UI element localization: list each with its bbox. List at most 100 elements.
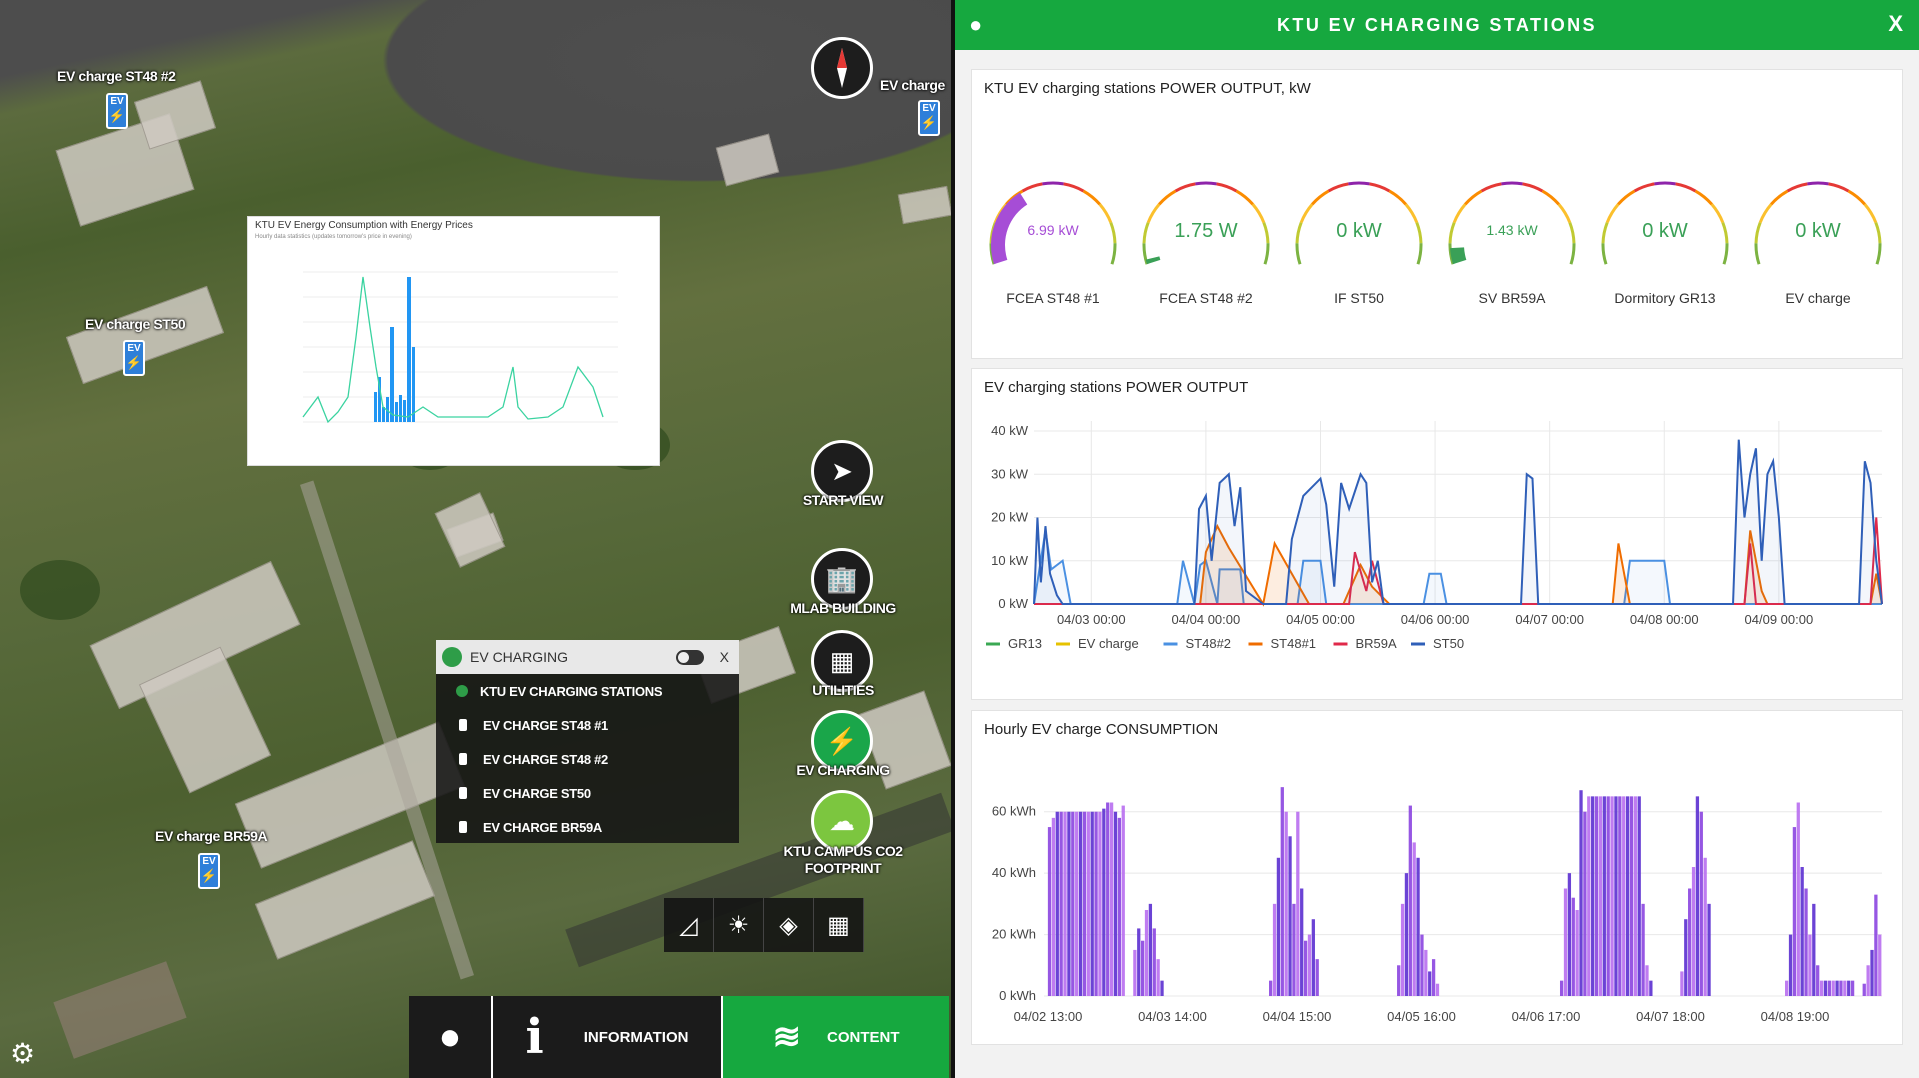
ev-station-pin[interactable]: EV ⚡ xyxy=(198,853,220,889)
consumption-bar xyxy=(1691,867,1696,996)
gauge-value: 1.43 kW xyxy=(1486,222,1538,238)
campus-co2-label-line1: KTU CAMPUS CO2 xyxy=(783,843,903,859)
consumption-bar xyxy=(1272,903,1277,996)
co2-cloud-icon: ☁ xyxy=(829,805,855,836)
map-label-ev-charge[interactable]: EV charge xyxy=(880,77,945,93)
gauges-card-title: KTU EV charging stations POWER OUTPUT, k… xyxy=(984,80,1311,97)
consumption-chart[interactable]: 0 kWh 20 kWh 40 kWh 60 kWh 04/02 13:00 04/03 … xyxy=(972,711,1904,1046)
consumption-bar xyxy=(1051,817,1056,996)
ev-charging-panel: EV CHARGING X KTU EV CHARGING STATIONS E… xyxy=(436,640,739,843)
consumption-bar xyxy=(1078,811,1083,996)
ev-item-stations[interactable]: KTU EV CHARGING STATIONS xyxy=(436,674,739,708)
consumption-bar xyxy=(1839,980,1843,996)
gauge-scale-band xyxy=(1617,189,1636,206)
x-tick-label: 04/08 00:00 xyxy=(1630,612,1699,627)
x-tick-label: 04/07 18:00 xyxy=(1636,1009,1705,1024)
compass-icon[interactable] xyxy=(811,37,873,99)
consumption-bar xyxy=(1140,940,1145,996)
ev-item-br59a[interactable]: EV CHARGE BR59A xyxy=(436,810,739,844)
ev-item-st48-2[interactable]: EV CHARGE ST48 #2 xyxy=(436,742,739,776)
gauge-scale-band xyxy=(1263,243,1270,265)
gauge-scale-band xyxy=(1694,189,1713,206)
ev-pin-text: EV xyxy=(922,103,936,114)
consumption-bar xyxy=(1594,796,1599,996)
consumption-bar xyxy=(1109,802,1114,996)
gauge-scale-band xyxy=(1654,181,1676,186)
gauge-fill xyxy=(1145,256,1161,265)
stack-icon: ≋ xyxy=(772,1018,802,1056)
legend-label: ST48#1 xyxy=(1271,636,1317,651)
map-building xyxy=(715,133,780,187)
power-output-chart[interactable]: 0 kW 10 kW 20 kW 30 kW 40 kW 04/03 00:00 04/04… xyxy=(972,369,1904,701)
ev-item-st48-1[interactable]: EV CHARGE ST48 #1 xyxy=(436,708,739,742)
ev-station-icon xyxy=(456,685,468,697)
map-label-st48-2[interactable]: EV charge ST48 #2 xyxy=(57,68,176,84)
ev-station-pin[interactable]: EV ⚡ xyxy=(123,340,145,376)
sun-icon[interactable]: ☀ xyxy=(714,898,764,952)
gauge-label: IF ST50 xyxy=(1334,290,1384,306)
paper-plane-icon: ➤ xyxy=(831,455,853,486)
consumption-bar xyxy=(1160,980,1164,996)
consumption-bar xyxy=(1684,919,1688,996)
consumption-bar xyxy=(1878,934,1882,996)
consumption-bar xyxy=(1047,827,1052,996)
measure-icon[interactable]: ◿ xyxy=(664,898,714,952)
y-tick-label: 60 kWh xyxy=(992,804,1036,819)
gauge-scale-band xyxy=(1216,182,1238,193)
consumption-bar xyxy=(1587,796,1591,996)
location-button[interactable]: ● xyxy=(409,996,493,1078)
gauge-scale-band xyxy=(1807,181,1829,186)
gear-icon[interactable]: ⚙ xyxy=(10,1040,38,1068)
consumption-bar xyxy=(1831,980,1835,996)
consumption-bar xyxy=(1400,903,1405,996)
consumption-bar xyxy=(1117,817,1121,996)
gauge-scale-band xyxy=(1311,189,1330,206)
consumption-bar xyxy=(1850,980,1855,996)
dashboard-header: ● KTU EV CHARGING STATIONS X xyxy=(955,0,1919,50)
information-button[interactable]: i INFORMATION xyxy=(493,996,723,1078)
consumption-bar xyxy=(1641,903,1645,996)
gauge-label: SV BR59A xyxy=(1478,290,1546,306)
y-tick-label: 20 kWh xyxy=(992,927,1036,942)
ev-panel-header: EV CHARGING X xyxy=(436,640,739,674)
consumption-bar xyxy=(1680,971,1684,996)
consumption-bar xyxy=(1800,867,1804,996)
legend-label: ST50 xyxy=(1433,636,1464,651)
gauge: 0 kW EV charge xyxy=(1743,170,1893,306)
close-icon[interactable]: X xyxy=(1888,11,1903,37)
consumption-bar xyxy=(1098,811,1102,996)
ev-station-pin[interactable]: EV ⚡ xyxy=(106,93,128,129)
plug-icon xyxy=(459,787,467,799)
gauge-label: Dormitory GR13 xyxy=(1614,290,1716,306)
map-view[interactable]: EV charge ST48 #2 EV ⚡ EV charge ST50 EV ⚡… xyxy=(0,0,951,1078)
gauge-value: 0 kW xyxy=(1795,220,1841,242)
gauge-scale-band xyxy=(1388,189,1407,206)
consumption-bar xyxy=(1420,934,1424,996)
consumption-bar xyxy=(1144,910,1149,996)
close-icon[interactable]: X xyxy=(720,649,729,665)
map-label-st50[interactable]: EV charge ST50 xyxy=(85,316,186,332)
ev-station-pin[interactable]: EV ⚡ xyxy=(918,100,940,136)
grid-icon[interactable]: ▦ xyxy=(814,898,864,952)
mini-energy-chart[interactable]: KTU EV Energy Consumption with Energy Pr… xyxy=(247,216,660,466)
ev-item-st50[interactable]: EV CHARGE ST50 xyxy=(436,776,739,810)
consumption-bar xyxy=(1156,959,1160,996)
map-label-br59a[interactable]: EV charge BR59A xyxy=(155,828,268,844)
consumption-bar xyxy=(1649,980,1653,996)
consumption-bar xyxy=(1563,888,1568,996)
consumption-bar xyxy=(1404,873,1409,996)
layers-icon[interactable]: ◈ xyxy=(764,898,814,952)
x-tick-label: 04/03 14:00 xyxy=(1138,1009,1207,1024)
gauge: 1.43 kW SV BR59A xyxy=(1437,170,1587,306)
map-pin-icon: ● xyxy=(969,12,983,37)
ev-layer-toggle[interactable] xyxy=(675,649,704,665)
consumption-bar xyxy=(1591,796,1595,996)
consumption-bar xyxy=(1618,796,1622,996)
consumption-bar xyxy=(1071,811,1075,996)
content-button[interactable]: ≋ CONTENT xyxy=(723,996,949,1078)
gauge-scale-band xyxy=(1348,181,1370,186)
ev-item-label: KTU EV CHARGING STATIONS xyxy=(480,683,663,699)
consumption-bar xyxy=(1835,980,1839,996)
consumption-bar xyxy=(1796,802,1800,996)
gauge-scale-band xyxy=(1063,182,1085,193)
